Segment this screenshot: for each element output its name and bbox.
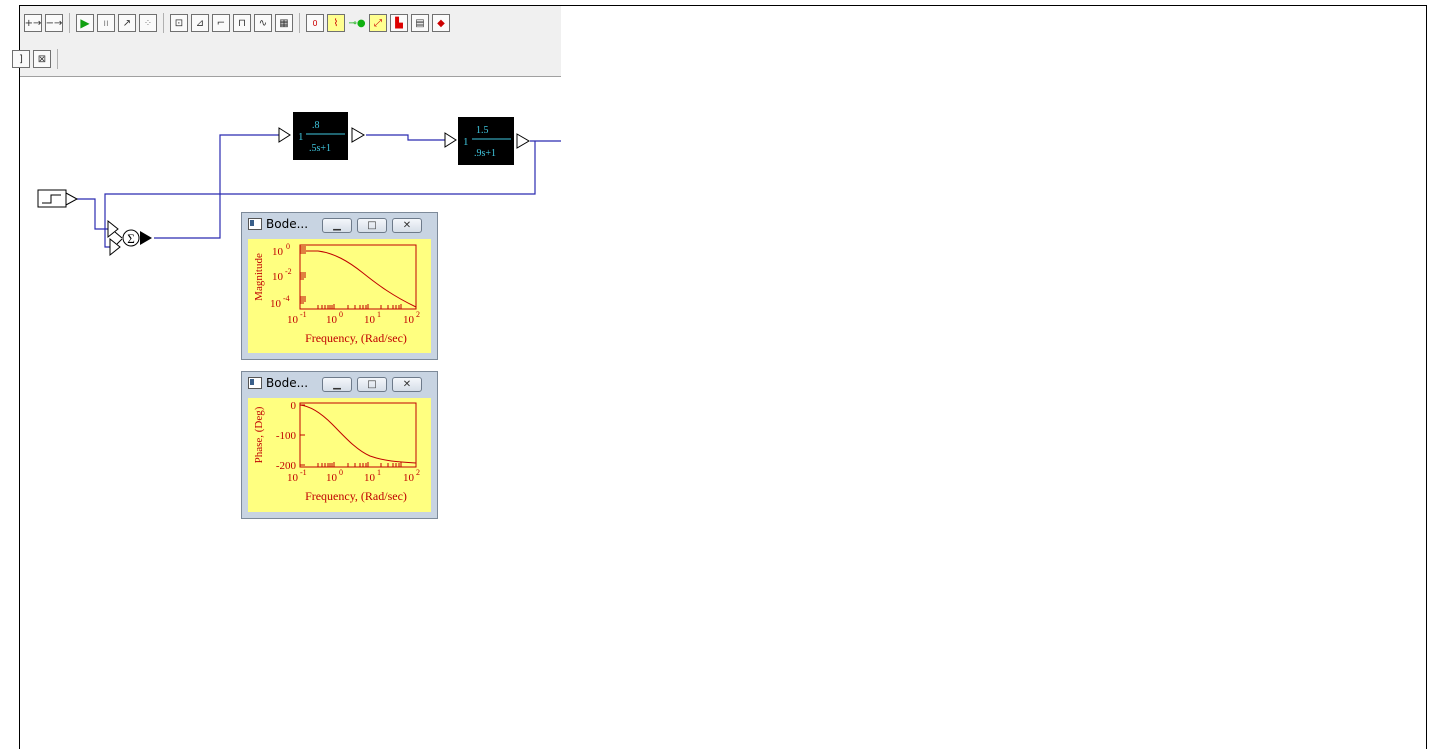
- maximize-button[interactable]: □: [357, 377, 387, 392]
- x-tick-2: 10: [364, 314, 376, 326]
- x-tick-0-exp: -1: [300, 468, 307, 477]
- x-tick-1: 10: [326, 472, 338, 484]
- y-tick-0: 0: [291, 400, 297, 412]
- x-minor-ticks: [317, 462, 402, 467]
- app-icon: [248, 218, 262, 230]
- x-tick-3: 10: [403, 472, 415, 484]
- bode-magnitude-titlebar[interactable]: Bode...: [248, 213, 308, 235]
- close-icon: ✕: [402, 220, 412, 231]
- x-tick-2-exp: 1: [377, 310, 381, 319]
- step-source-block[interactable]: [37, 189, 79, 208]
- magnitude-axis-label: Magnitude: [253, 253, 265, 301]
- x-tick-2: 10: [364, 472, 376, 484]
- x-tick-1-exp: 0: [339, 468, 343, 477]
- summing-junction[interactable]: Σ: [107, 219, 152, 257]
- bode-magnitude-title: Bode...: [266, 217, 309, 231]
- x-tick-0-exp: -1: [300, 310, 307, 319]
- bode-magnitude-plot: Magnitude 10 0 10 -2 10 -4 10 -1 10 0 10…: [248, 239, 431, 353]
- summing-symbol: Σ: [127, 231, 135, 246]
- maximize-button[interactable]: □: [357, 218, 387, 233]
- y-tick-1: -100: [276, 430, 297, 442]
- phase-curve: [299, 404, 417, 464]
- close-button[interactable]: ✕: [392, 377, 422, 392]
- phase-axis-label: Phase, (Deg): [253, 406, 265, 463]
- bode-phase-title: Bode...: [266, 376, 309, 390]
- maximize-icon: □: [367, 220, 377, 231]
- y-tick-2: -200: [276, 460, 297, 472]
- wire-tf1-to-tf2: [366, 134, 445, 141]
- tf1-denominator: .5s+1: [309, 143, 331, 154]
- x-tick-3-exp: 2: [416, 468, 420, 477]
- x-minor-ticks: [317, 304, 402, 309]
- transfer-function-block-2[interactable]: 1 1.5 .9s+1: [444, 117, 530, 165]
- x-tick-3: 10: [403, 314, 415, 326]
- app-icon: [248, 377, 262, 389]
- transfer-function-block-1[interactable]: 1 .8 .5s+1: [278, 112, 365, 160]
- minimize-button[interactable]: ▁: [322, 377, 352, 392]
- tf2-denominator: .9s+1: [474, 148, 496, 159]
- tf1-numerator: .8: [312, 120, 320, 131]
- minimize-icon: ▁: [333, 379, 341, 390]
- magnitude-curve: [300, 250, 417, 308]
- wire-input: [77, 198, 108, 230]
- y-tick-0: 10: [272, 246, 284, 258]
- y-tick-1: 10: [272, 271, 284, 283]
- plot-frame: [299, 244, 417, 310]
- x-tick-1-exp: 0: [339, 310, 343, 319]
- x-tick-0: 10: [287, 472, 299, 484]
- tf1-gain: 1: [298, 131, 304, 143]
- tf2-numerator: 1.5: [476, 125, 489, 136]
- bode-phase-plot: Phase, (Deg) 0 -100 -200 10 -1 10 0 10 1…: [248, 398, 431, 512]
- x-tick-1: 10: [326, 314, 338, 326]
- plot-frame: [299, 402, 417, 468]
- minimize-icon: ▁: [333, 220, 341, 231]
- tf2-gain: 1: [463, 136, 469, 148]
- close-button[interactable]: ✕: [392, 218, 422, 233]
- frequency-axis-label: Frequency, (Rad/sec): [305, 489, 407, 503]
- bode-phase-window[interactable]: Bode... ▁ □ ✕ Phase, (Deg) 0 -100 -200 1…: [241, 371, 438, 519]
- x-tick-2-exp: 1: [377, 468, 381, 477]
- maximize-icon: □: [367, 379, 377, 390]
- y-minor-ticks: [300, 246, 306, 304]
- y-tick-2-exp: -4: [283, 294, 290, 303]
- y-tick-1-exp: -2: [285, 267, 292, 276]
- block-diagram: Σ 1 .8 .5s+1 1 1.5 .9s+1: [37, 112, 561, 257]
- y-tick-0-exp: 0: [286, 242, 290, 251]
- frequency-axis-label: Frequency, (Rad/sec): [305, 331, 407, 345]
- x-tick-3-exp: 2: [416, 310, 420, 319]
- bode-magnitude-window[interactable]: Bode... ▁ □ ✕ Magnitude 10 0 10 -2 10 -4…: [241, 212, 438, 360]
- bode-phase-titlebar[interactable]: Bode...: [248, 372, 308, 394]
- minimize-button[interactable]: ▁: [322, 218, 352, 233]
- y-ticks: [300, 404, 305, 466]
- y-tick-2: 10: [270, 298, 282, 310]
- close-icon: ✕: [402, 379, 412, 390]
- x-tick-0: 10: [287, 314, 299, 326]
